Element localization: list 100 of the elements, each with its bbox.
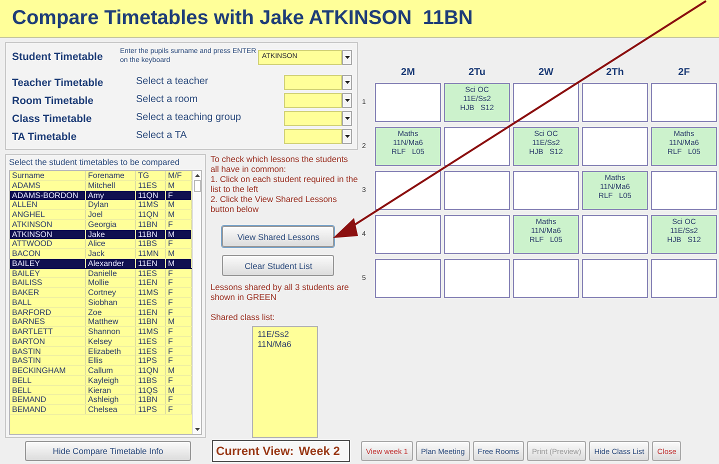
shared-list-label: Shared class list: [210, 312, 275, 322]
table-cell: 11EN [136, 308, 166, 316]
day-header: 2F [677, 67, 691, 78]
table-cell: ATTWOOD [10, 239, 86, 248]
table-cell: BACON [10, 249, 86, 258]
student-row[interactable]: ANGHEL Joel 11QN M [10, 210, 192, 220]
student-row[interactable]: BEMAND Chelsea 11PS F [10, 405, 192, 415]
shared-note: Lessons shared by all 3 students are shown in GREEN [210, 282, 350, 302]
student-row[interactable]: BEMAND Ashleigh 11BN F [10, 395, 192, 405]
student-row[interactable]: BAILISS Mollie 11EN F [10, 278, 192, 288]
table-cell: 11PS [136, 405, 166, 414]
empty-slot[interactable] [444, 127, 510, 166]
table-cell: 11ES [136, 346, 166, 356]
student-row[interactable]: BASTIN Ellis 11PS F [10, 356, 192, 366]
table-cell: Elizabeth [86, 346, 136, 356]
table-cell: Mitchell [86, 180, 136, 190]
student-row[interactable]: ATKINSON Jake 11BN M [10, 230, 192, 240]
table-cell: Ashleigh [86, 395, 136, 404]
column-header: TG [136, 171, 166, 180]
selector-label: TA Timetable [12, 130, 78, 142]
table-cell: BAILISS [10, 278, 86, 288]
student-row[interactable]: BARTON Kelsey 11ES F [10, 336, 192, 346]
combo-field[interactable] [284, 111, 342, 126]
student-row[interactable]: BAILEY Alexander 11EN M [10, 258, 192, 268]
table-cell: 11QN [136, 190, 166, 200]
table-cell: 11ES [136, 336, 166, 346]
table-cell: Joel [86, 210, 136, 219]
scrollbar[interactable] [192, 171, 202, 434]
combo-field[interactable] [284, 75, 342, 90]
student-row[interactable]: BELL Kieran 11QS M [10, 386, 192, 396]
scroll-down-icon[interactable] [194, 428, 200, 431]
hide-info-button[interactable]: Hide Compare Timetable Info [25, 441, 191, 461]
instruction-text: 1. Click on each student required in the list to the left [210, 174, 358, 194]
student-row[interactable]: BAKER Cortney 11MS F [10, 288, 192, 298]
table-cell: ALLEN [10, 200, 86, 210]
table-cell: BASTIN [10, 346, 86, 356]
table-cell: 11BN [136, 230, 166, 238]
table-cell: Alexander [86, 258, 136, 268]
student-row[interactable]: BALL Siobhan 11ES F [10, 298, 192, 308]
action-button[interactable]: Clear Student List [222, 255, 334, 276]
student-row[interactable]: ALLEN Dylan 11MS M [10, 200, 192, 210]
student-row[interactable]: BAILEY Danielle 11ES F [10, 268, 192, 278]
table-cell: BAILEY [10, 258, 86, 268]
table-cell: 11ES [136, 180, 166, 190]
table-cell: Ellis [86, 356, 136, 366]
table-cell: BASTIN [10, 356, 86, 366]
student-row[interactable]: BASTIN Elizabeth 11ES F [10, 346, 192, 356]
dropdown-button[interactable] [342, 129, 352, 144]
table-cell: Dylan [86, 200, 136, 210]
table-cell: 11PS [136, 356, 166, 366]
combo-field[interactable] [284, 129, 342, 144]
dropdown-button[interactable] [342, 93, 352, 108]
table-cell: BARNES [10, 317, 86, 326]
student-row[interactable]: BELL Kayleigh 11BS F [10, 376, 192, 386]
table-cell: ADAMS-BORDON [10, 190, 86, 200]
class-item: 11E/Ss2 [257, 329, 290, 339]
table-cell: 11EN [136, 278, 166, 288]
combo-field[interactable] [284, 93, 342, 108]
table-cell: BELL [10, 376, 86, 385]
dropdown-button[interactable] [342, 75, 352, 90]
dropdown-button[interactable] [342, 111, 352, 126]
table-cell: Kayleigh [86, 376, 136, 385]
scroll-thumb[interactable] [194, 180, 201, 192]
day-header: 2Tu [467, 67, 487, 78]
selector-label: Student Timetable [12, 51, 104, 63]
selector-hint: Select a teacher [136, 76, 210, 89]
table-cell: 11ES [136, 298, 166, 307]
table-cell: ATKINSON [10, 230, 86, 238]
column-header: Surname [10, 171, 86, 180]
shared-class-list[interactable]: 11E/Ss2 11N/Ma6 [252, 326, 318, 438]
dropdown-button[interactable] [342, 50, 352, 64]
selector-label: Room Timetable [12, 94, 94, 106]
instruction-text: 2. Click the View Shared Lessons button below [210, 194, 338, 214]
day-header: 2Th [605, 67, 625, 78]
table-cell: Danielle [86, 268, 136, 278]
table-cell: 11BS [136, 376, 166, 385]
current-view-label: Current View: [216, 444, 294, 458]
student-row[interactable]: ADAMS-BORDON Amy 11QN F [10, 190, 192, 200]
scroll-up-icon[interactable] [194, 174, 200, 177]
student-row[interactable]: BARTLETT Shannon 11MS F [10, 327, 192, 337]
table-cell: BAKER [10, 288, 86, 297]
table-cell: 11MS [136, 327, 166, 336]
dropdown-arrow-icon [344, 135, 350, 138]
empty-slot[interactable] [513, 83, 579, 122]
student-row[interactable]: ATTWOOD Alice 11BS F [10, 239, 192, 249]
table-cell: Shannon [86, 327, 136, 336]
day-header: 2W [538, 67, 554, 78]
table-cell: 11BN [136, 220, 166, 229]
table-cell: BELL [10, 386, 86, 394]
table-cell: BALL [10, 298, 86, 307]
student-row[interactable]: BARFORD Zoe 11EN F [10, 308, 192, 318]
table-cell: BECKINGHAM [10, 366, 86, 375]
action-button[interactable]: View Shared Lessons [222, 226, 334, 247]
table-cell: Kelsey [86, 336, 136, 346]
student-row[interactable]: BECKINGHAM Callum 11QN M [10, 366, 192, 376]
table-cell: 11MN [136, 249, 166, 258]
empty-slot[interactable] [375, 171, 441, 210]
student-row[interactable]: BARNES Matthew 11BN M [10, 317, 192, 327]
table-cell: 11BN [136, 317, 166, 326]
dropdown-arrow-icon [344, 99, 350, 102]
